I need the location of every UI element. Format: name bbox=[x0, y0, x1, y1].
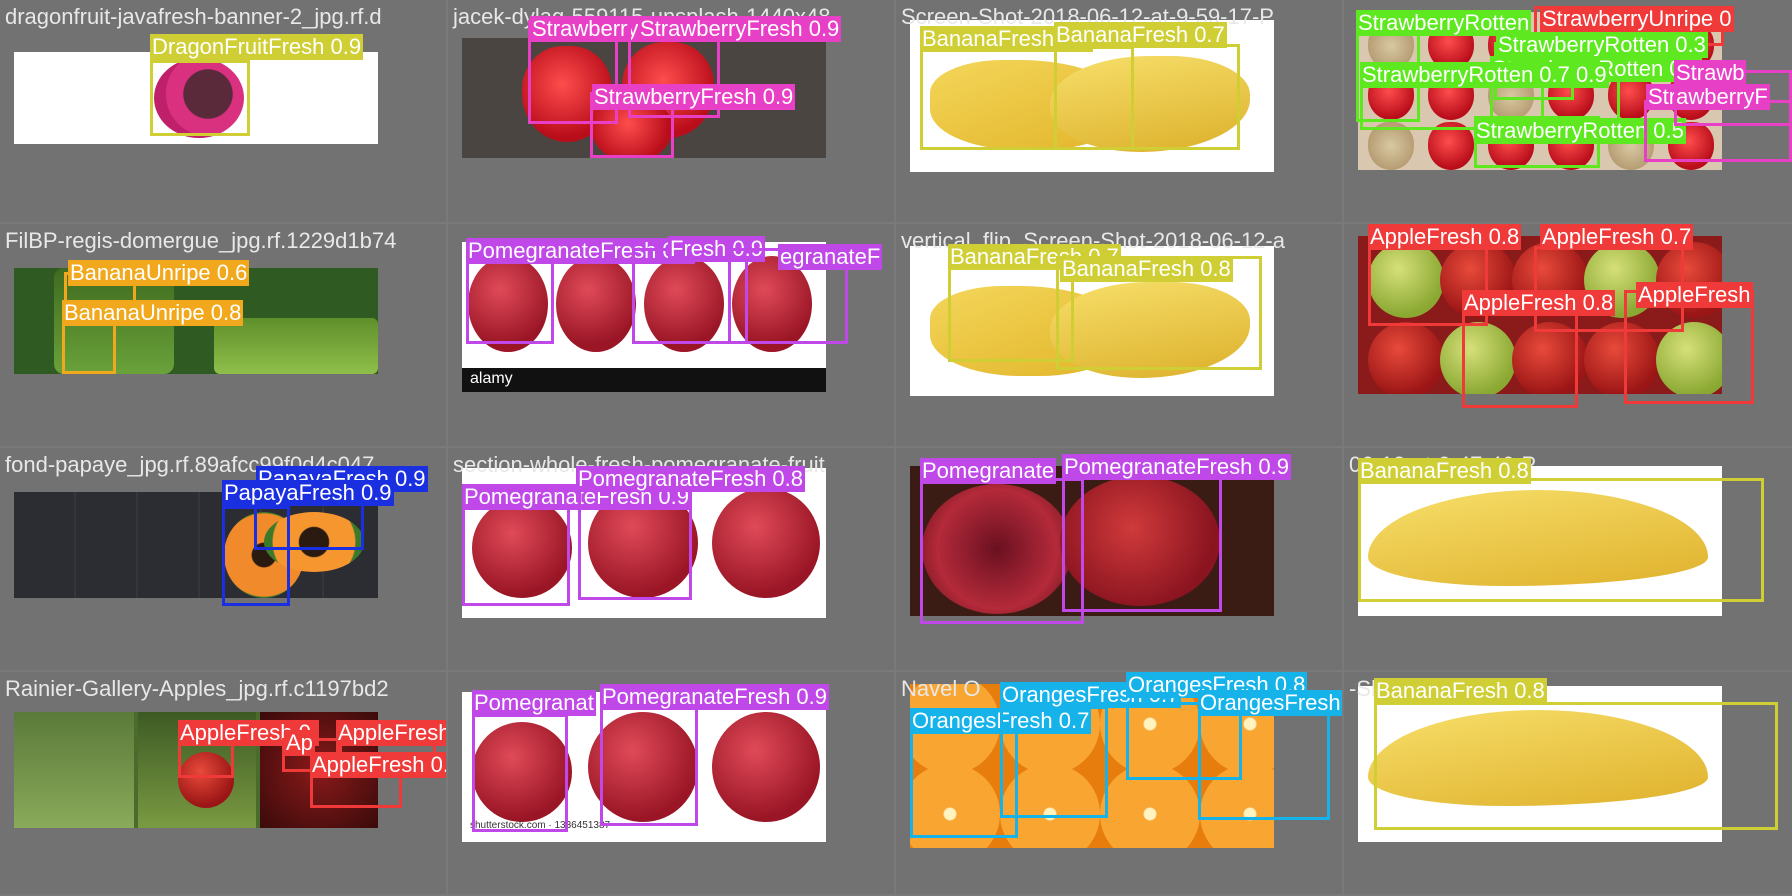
image-tile: vertical_flip_Screen-Shot-2018-06-12-a Ba… bbox=[896, 224, 1342, 446]
detection-label: StrawberryRotten 0.7 0.9 bbox=[1360, 62, 1609, 88]
detection-label: PomegranateFresh 0.9 bbox=[1062, 454, 1292, 480]
detection-label: PapayaFresh 0.9 bbox=[222, 480, 394, 506]
detection-label: Strawberry bbox=[530, 16, 641, 42]
detection-label: BananaFresh 0.8 bbox=[1358, 458, 1531, 484]
bounding-box bbox=[920, 478, 1084, 624]
apples-shape bbox=[1368, 322, 1444, 394]
image-tile: Navel O OrangesFresh 0.7 OrangesFresh 0.7 O… bbox=[896, 672, 1342, 894]
detection-label: AppleFresh bbox=[1636, 282, 1753, 308]
image-filename: Navel O bbox=[901, 676, 981, 701]
pomegranate-three-shape bbox=[712, 488, 820, 598]
bounding-box bbox=[1062, 476, 1222, 612]
apple-collage-shape bbox=[14, 712, 134, 828]
detection-label: AppleFresh 0.8 bbox=[1462, 290, 1616, 316]
image-tile: shutterstock.com · 1336451387 Pomegranat P… bbox=[448, 672, 894, 894]
bounding-box bbox=[222, 506, 290, 606]
pomegranate-row-shape bbox=[462, 368, 826, 392]
detection-label: PomegranateFresh 0.9 bbox=[600, 684, 830, 710]
image-tile: 06-12-at-9-47-46-PBananaFresh 0.8 bbox=[1344, 448, 1792, 670]
banana-tree-shape bbox=[214, 318, 378, 374]
image-tile: section-whole-fresh-pomegranate-fruit Pom… bbox=[448, 448, 894, 670]
bounding-box bbox=[1000, 706, 1108, 818]
detection-label: BananaFresh 0.7 bbox=[1054, 22, 1227, 48]
image-tile: dragonfruit-javafresh-banner-2_jpg.rf.d D… bbox=[0, 0, 446, 222]
bounding-box bbox=[472, 714, 568, 832]
image-tile: FilBP-regis-domergue_jpg.rf.1229d1b74 Ban… bbox=[0, 224, 446, 446]
detection-label: AppleFresh 0.3 bbox=[336, 720, 446, 746]
image-tile: AppleFresh 0.8 AppleFresh 0.7 AppleFresh 0… bbox=[1344, 224, 1792, 446]
bounding-box bbox=[1374, 702, 1778, 830]
image-tile: -Shot-2018-06-12-aBananaFresh 0.8 bbox=[1344, 672, 1792, 894]
photo-footer: alamy bbox=[470, 370, 513, 387]
bounding-box bbox=[1054, 44, 1240, 150]
detection-label: BananaUnripe 0.8 bbox=[62, 300, 244, 326]
detection-label: StrawberryFresh 0.9 bbox=[638, 16, 842, 42]
detection-label: StrawberryRotten 0.3 bbox=[1496, 32, 1708, 58]
bounding-box bbox=[150, 60, 250, 136]
bounding-box bbox=[600, 704, 698, 826]
detection-label: BananaFresh 0.8 bbox=[1060, 256, 1233, 282]
detection-label: PomegranateFresh 0.8 bbox=[576, 466, 806, 492]
image-tile: Rainier-Gallery-Apples_jpg.rf.c1197bd2 Ap… bbox=[0, 672, 446, 894]
image-tile: jacek-dylag-559115-unsplash-1440x48Straw… bbox=[448, 0, 894, 222]
image-tile: Screen-Shot-2018-06-12-at-9-59-17-P Banan… bbox=[896, 0, 1342, 222]
detection-label: AppleFresh 0.7 bbox=[1540, 224, 1694, 250]
detection-label: Pomegranate bbox=[920, 458, 1057, 484]
detection-label: BananaFresh 0.8 bbox=[1374, 678, 1547, 704]
detection-label: Strawb bbox=[1674, 60, 1747, 86]
detection-label: egranateF bbox=[778, 244, 883, 270]
image-tile: Pomegranate PomegranateFresh 0.9 bbox=[896, 448, 1342, 670]
detection-label: AppleFresh 0.8 bbox=[1368, 224, 1522, 250]
detection-label: BananaUnripe 0.6 bbox=[68, 260, 250, 286]
image-filename: Rainier-Gallery-Apples_jpg.rf.c1197bd2 bbox=[5, 676, 389, 701]
pomegranate-three-shape bbox=[712, 712, 820, 822]
image-tile: fond-papaye_jpg.rf.89afcc99f0d4c047 Papay… bbox=[0, 448, 446, 670]
detection-label: AppleFresh 0.7 bbox=[310, 752, 446, 778]
pomegranate-row-shape bbox=[556, 256, 636, 352]
detection-label: OrangesFresh 0.9 bbox=[1198, 690, 1342, 716]
detection-label: Pomegranat bbox=[472, 690, 596, 716]
detection-grid: dragonfruit-javafresh-banner-2_jpg.rf.d D… bbox=[0, 0, 1792, 896]
image-tile: StrawberryRotten StrawberryUnripe 0 Strawb… bbox=[1344, 0, 1792, 222]
image-filename: dragonfruit-javafresh-banner-2_jpg.rf.d bbox=[5, 4, 382, 29]
bounding-box bbox=[1198, 698, 1330, 820]
detection-label: DragonFruitFresh 0.9 bbox=[150, 34, 364, 60]
image-filename: FilBP-regis-domergue_jpg.rf.1229d1b74 bbox=[5, 228, 397, 253]
detection-label: StrawberryFresh 0.9 bbox=[592, 84, 796, 110]
bounding-box bbox=[1358, 478, 1764, 602]
detection-label: StrawberryUnripe 0 bbox=[1540, 6, 1734, 32]
image-tile: alamy PomegranateFresh 0.9 Fresh 0.9 egrana… bbox=[448, 224, 894, 446]
